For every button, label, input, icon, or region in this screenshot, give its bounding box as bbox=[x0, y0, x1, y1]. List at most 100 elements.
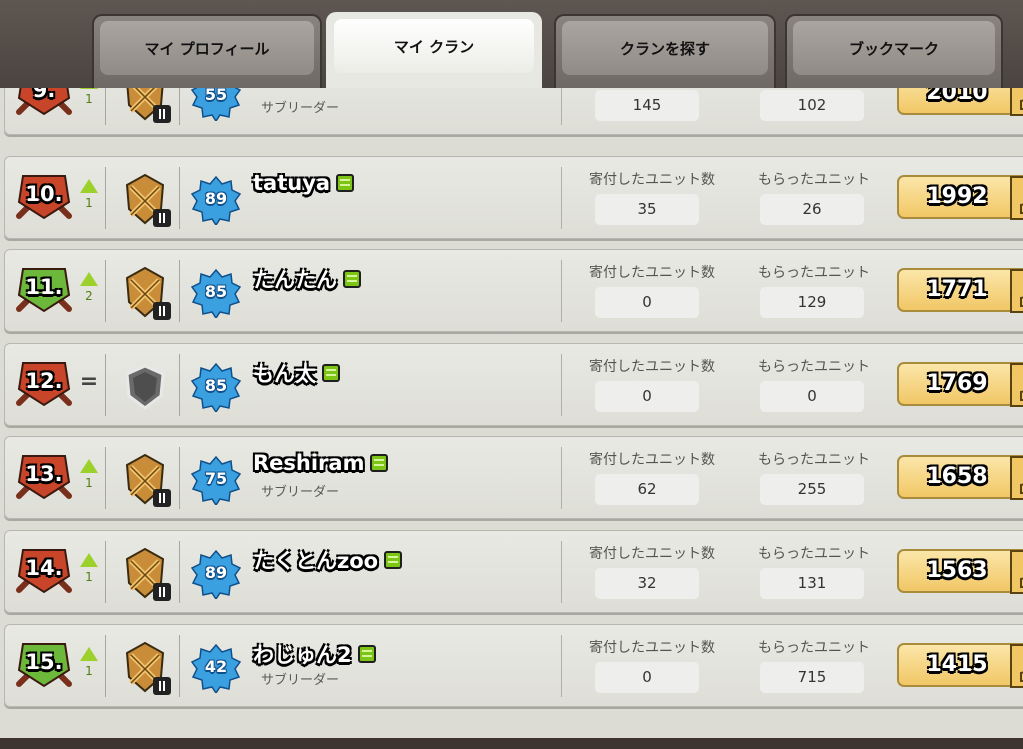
trophy-count: 1769 bbox=[926, 371, 988, 396]
donated-count: 145 bbox=[595, 90, 699, 121]
rank-change: 1 bbox=[85, 92, 93, 106]
trend-up-icon bbox=[80, 272, 98, 286]
trophy-icon bbox=[1010, 88, 1023, 116]
trophy-count: 2010 bbox=[926, 88, 988, 105]
rank-trend: 1 bbox=[77, 459, 101, 490]
online-status-icon bbox=[370, 454, 389, 472]
tab-label: マイ クラン bbox=[334, 19, 534, 73]
rank-trend: 1 bbox=[77, 647, 101, 678]
tab-my-clan[interactable]: マイ クラン bbox=[326, 12, 542, 98]
trophy-box: 1992 bbox=[897, 175, 1023, 219]
rank-number: 13. bbox=[25, 462, 63, 486]
divider bbox=[105, 167, 106, 229]
bottom-frame bbox=[0, 738, 1023, 749]
received-label: もらったユニット bbox=[758, 172, 870, 188]
xp-level: 85 bbox=[204, 376, 228, 395]
received-count: 715 bbox=[760, 662, 864, 693]
divider bbox=[179, 447, 180, 509]
divider bbox=[179, 260, 180, 322]
divider bbox=[179, 354, 180, 416]
divider bbox=[105, 541, 106, 603]
tab-label: クランを探す bbox=[562, 21, 768, 75]
divider bbox=[105, 447, 106, 509]
league-icon bbox=[117, 356, 173, 416]
league-icon bbox=[117, 543, 173, 603]
member-row[interactable]: 12. = 85 もん太 寄付したユニット数 0 もらったユニット 0 1769 bbox=[4, 343, 1023, 426]
member-role: サブリーダー bbox=[261, 485, 340, 500]
donated-label: 寄付したユニット数 bbox=[589, 359, 715, 375]
xp-level: 75 bbox=[204, 469, 228, 488]
donated-count: 62 bbox=[595, 474, 699, 505]
divider bbox=[179, 635, 180, 697]
league-icon bbox=[117, 169, 173, 229]
donated-count: 0 bbox=[595, 662, 699, 693]
trophy-icon bbox=[1010, 644, 1023, 688]
tab-bar: マイ プロフィール マイ クラン クランを探す ブックマーク bbox=[0, 0, 1023, 98]
divider bbox=[561, 88, 562, 125]
member-row[interactable]: 13. 1 75 Reshiram サブリーダー 寄付したユニット数 62 もらったユニット 2… bbox=[4, 436, 1023, 519]
donated-count: 32 bbox=[595, 568, 699, 599]
member-list[interactable]: 9.155サブリーダー寄付したユニット数145もらったユニット102201010… bbox=[0, 88, 1023, 738]
player-name[interactable]: Reshiram bbox=[253, 451, 389, 475]
member-row[interactable]: 10. 1 89 tatuya 寄付したユニット数 35 もらったユニット 26 1992 bbox=[4, 156, 1023, 239]
player-name[interactable]: たくとんzoo bbox=[253, 545, 403, 575]
tab-bookmark[interactable]: ブックマーク bbox=[785, 14, 1003, 88]
rank-change: 1 bbox=[85, 196, 93, 210]
player-name[interactable]: もん太 bbox=[253, 358, 340, 388]
trophy-box: 1771 bbox=[897, 268, 1023, 312]
trend-same-icon: = bbox=[79, 369, 99, 394]
xp-level: 42 bbox=[204, 657, 228, 676]
member-role: サブリーダー bbox=[261, 673, 340, 688]
donated-count: 0 bbox=[595, 287, 699, 318]
player-name[interactable]: わじゅん2 bbox=[253, 639, 376, 669]
divider bbox=[561, 447, 562, 509]
donated-label: 寄付したユニット数 bbox=[589, 546, 715, 562]
xp-level-badge: 55 bbox=[190, 88, 242, 123]
received-count: 0 bbox=[760, 381, 864, 412]
online-status-icon bbox=[357, 645, 376, 663]
divider bbox=[561, 260, 562, 322]
divider bbox=[105, 635, 106, 697]
trophy-count: 1771 bbox=[926, 277, 988, 302]
member-row[interactable]: 11. 2 85 たんたん 寄付したユニット数 0 もらったユニット 129 1771 bbox=[4, 249, 1023, 332]
divider bbox=[105, 260, 106, 322]
rank-badge: 12. bbox=[15, 359, 73, 409]
rank-change: 1 bbox=[85, 476, 93, 490]
player-name[interactable]: たんたん bbox=[253, 264, 361, 294]
member-row[interactable]: 9.155サブリーダー寄付したユニット数145もらったユニット1022010 bbox=[4, 88, 1023, 135]
divider bbox=[179, 167, 180, 229]
rank-number: 9. bbox=[32, 88, 56, 102]
divider bbox=[561, 354, 562, 416]
rank-number: 10. bbox=[25, 182, 63, 206]
divider bbox=[179, 88, 180, 125]
donated-label: 寄付したユニット数 bbox=[589, 172, 715, 188]
xp-level-badge: 89 bbox=[190, 549, 242, 601]
trophy-box: 1769 bbox=[897, 362, 1023, 406]
trend-up-icon bbox=[80, 553, 98, 567]
tab-my-profile[interactable]: マイ プロフィール bbox=[92, 14, 322, 88]
trophy-box: 2010 bbox=[897, 88, 1023, 115]
trend-up-icon bbox=[80, 459, 98, 473]
trophy-box: 1658 bbox=[897, 455, 1023, 499]
trophy-box: 1563 bbox=[897, 549, 1023, 593]
trophy-icon bbox=[1010, 363, 1023, 407]
tab-find-clan[interactable]: クランを探す bbox=[554, 14, 776, 88]
rank-trend: 1 bbox=[77, 88, 101, 106]
trophy-count: 1415 bbox=[926, 652, 988, 677]
player-name[interactable]: tatuya bbox=[253, 171, 355, 195]
rank-number: 12. bbox=[25, 369, 63, 393]
trend-up-icon bbox=[80, 647, 98, 661]
received-count: 129 bbox=[760, 287, 864, 318]
member-row[interactable]: 15. 1 42 わじゅん2 サブリーダー 寄付したユニット数 0 もらったユニット 715 14… bbox=[4, 624, 1023, 707]
online-status-icon bbox=[343, 270, 361, 288]
trend-up-icon bbox=[80, 88, 98, 89]
trophy-count: 1658 bbox=[926, 464, 988, 489]
member-row[interactable]: 14. 1 89 たくとんzoo 寄付したユニット数 32 もらったユニット 131 1563 bbox=[4, 530, 1023, 613]
trophy-icon bbox=[1010, 550, 1023, 594]
xp-level: 85 bbox=[204, 282, 228, 301]
league-icon bbox=[117, 262, 173, 322]
rank-number: 15. bbox=[25, 650, 63, 674]
xp-level: 89 bbox=[204, 563, 228, 582]
xp-level-badge: 42 bbox=[190, 643, 242, 695]
tab-label: ブックマーク bbox=[793, 21, 995, 75]
